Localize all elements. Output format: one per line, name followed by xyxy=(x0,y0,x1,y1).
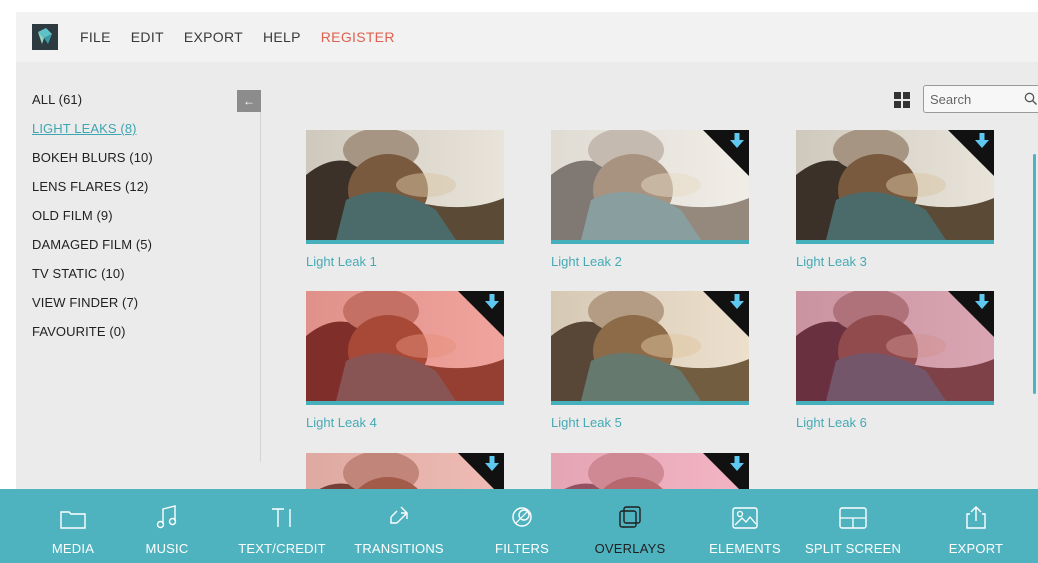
menu-edit[interactable]: EDIT xyxy=(131,29,164,45)
category-view-finder[interactable]: VIEW FINDER (7) xyxy=(32,295,138,310)
arrow-left-icon: ← xyxy=(243,94,255,108)
tool-label: EXPORT xyxy=(948,541,1004,556)
tool-label: TEXT/CREDIT xyxy=(238,541,326,556)
overlay-tile[interactable]: Light Leak 5 xyxy=(551,291,749,430)
text-icon xyxy=(222,489,342,529)
tool-overlays[interactable]: OVERLAYS xyxy=(570,489,690,563)
tool-export[interactable]: EXPORT xyxy=(916,489,1036,563)
overlay-thumbnail[interactable] xyxy=(306,291,504,401)
split-screen-icon xyxy=(793,489,913,529)
menu-export[interactable]: EXPORT xyxy=(184,29,243,45)
overlay-label: Light Leak 6 xyxy=(796,415,867,430)
category-bokeh-blurs[interactable]: BOKEH BLURS (10) xyxy=(32,150,153,165)
category-all[interactable]: ALL (61) xyxy=(32,92,82,107)
tool-label: TRANSITIONS xyxy=(354,541,444,556)
overlay-tile[interactable] xyxy=(551,453,749,489)
thumbnail-underline xyxy=(306,401,504,405)
menu-help[interactable]: HELP xyxy=(263,29,301,45)
tool-split-screen[interactable]: SPLIT SCREEN xyxy=(793,489,913,563)
overlay-library-panel: ALL (61) LIGHT LEAKS (8) BOKEH BLURS (10… xyxy=(16,62,1038,489)
overlay-thumbnail[interactable] xyxy=(796,130,994,240)
scrollbar[interactable] xyxy=(1033,154,1036,394)
overlay-thumbnail[interactable] xyxy=(551,291,749,401)
category-favourite[interactable]: FAVOURITE (0) xyxy=(32,324,126,339)
search-input[interactable] xyxy=(924,86,1012,112)
menu-register[interactable]: REGISTER xyxy=(321,29,395,45)
filters-icon xyxy=(462,489,582,529)
overlay-thumbnail[interactable] xyxy=(551,453,749,489)
collapse-sidebar-button[interactable]: ← xyxy=(237,90,261,112)
export-icon xyxy=(916,489,1036,529)
overlay-label: Light Leak 4 xyxy=(306,415,377,430)
search-icon[interactable] xyxy=(1024,92,1038,106)
category-damaged-film[interactable]: DAMAGED FILM (5) xyxy=(32,237,152,252)
overlay-label: Light Leak 5 xyxy=(551,415,622,430)
sidebar-divider xyxy=(260,112,261,462)
music-note-icon xyxy=(107,489,227,529)
tool-elements[interactable]: ELEMENTS xyxy=(685,489,805,563)
bottom-toolbar: MEDIA MUSIC TEXT/CREDIT TRANSITIONS FILT… xyxy=(0,489,1038,563)
overlay-label: Light Leak 3 xyxy=(796,254,867,269)
category-old-film[interactable]: OLD FILM (9) xyxy=(32,208,113,223)
menu-bar: FILE EDIT EXPORT HELP REGISTER xyxy=(16,12,1038,62)
overlay-tile[interactable] xyxy=(306,453,504,489)
app-logo-icon xyxy=(32,24,58,50)
download-icon[interactable] xyxy=(730,133,744,149)
overlay-thumbnail[interactable] xyxy=(306,130,504,240)
overlay-thumbnail[interactable] xyxy=(796,291,994,401)
grid-view-icon[interactable] xyxy=(894,92,910,108)
category-tv-static[interactable]: TV STATIC (10) xyxy=(32,266,125,281)
download-icon[interactable] xyxy=(975,133,989,149)
tool-label: ELEMENTS xyxy=(709,541,781,556)
thumbnail-underline xyxy=(796,401,994,405)
category-light-leaks[interactable]: LIGHT LEAKS (8) xyxy=(32,121,137,136)
overlay-tile[interactable]: Light Leak 1 xyxy=(306,130,504,269)
search-box xyxy=(923,85,1038,113)
download-icon[interactable] xyxy=(485,294,499,310)
overlays-icon xyxy=(570,489,690,529)
overlay-label: Light Leak 1 xyxy=(306,254,377,269)
overlay-thumbnail[interactable] xyxy=(551,130,749,240)
category-lens-flares[interactable]: LENS FLARES (12) xyxy=(32,179,148,194)
overlay-tile[interactable]: Light Leak 3 xyxy=(796,130,994,269)
download-icon[interactable] xyxy=(730,456,744,472)
thumbnail-underline xyxy=(551,240,749,244)
overlay-label: Light Leak 2 xyxy=(551,254,622,269)
category-sidebar: ALL (61) LIGHT LEAKS (8) BOKEH BLURS (10… xyxy=(16,62,261,462)
elements-icon xyxy=(685,489,805,529)
tool-text-credit[interactable]: TEXT/CREDIT xyxy=(222,489,342,563)
overlay-tile[interactable]: Light Leak 4 xyxy=(306,291,504,430)
overlay-thumbnail[interactable] xyxy=(306,453,504,489)
tool-label: SPLIT SCREEN xyxy=(804,541,902,556)
transitions-icon xyxy=(339,489,459,529)
download-icon[interactable] xyxy=(485,456,499,472)
download-icon[interactable] xyxy=(730,294,744,310)
thumbnail-underline xyxy=(796,240,994,244)
download-icon[interactable] xyxy=(975,294,989,310)
tool-transitions[interactable]: TRANSITIONS xyxy=(339,489,459,563)
thumbnail-underline xyxy=(306,240,504,244)
tool-music[interactable]: MUSIC xyxy=(107,489,227,563)
tool-label: OVERLAYS xyxy=(594,541,666,556)
menu-file[interactable]: FILE xyxy=(80,29,111,45)
tool-label: FILTERS xyxy=(495,541,549,556)
thumbnail-underline xyxy=(551,401,749,405)
overlay-tile[interactable]: Light Leak 2 xyxy=(551,130,749,269)
tool-label: MUSIC xyxy=(145,541,189,556)
overlay-tile[interactable]: Light Leak 6 xyxy=(796,291,994,430)
tool-filters[interactable]: FILTERS xyxy=(462,489,582,563)
